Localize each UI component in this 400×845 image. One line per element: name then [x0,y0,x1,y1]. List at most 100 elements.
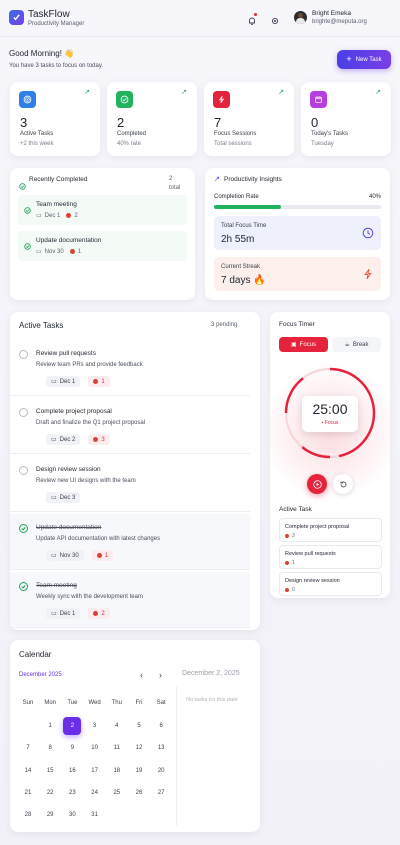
section-title: Calendar [19,650,52,659]
task-date: Dec 1 [59,378,76,385]
stat-card-today: ↗ 0 Today's Tasks Tuesday [301,82,391,156]
calendar-day[interactable]: 19 [128,768,150,774]
section-title: Focus Timer [279,321,315,328]
calendar-day[interactable]: 12 [128,745,150,751]
focus-task-pomodoros: 3 [292,533,295,539]
calendar-day[interactable]: 3 [84,723,106,729]
item-title: Update documentation [36,237,102,244]
bell-icon[interactable] [247,13,257,25]
calendar-day[interactable]: 29 [39,812,61,818]
tab-focus[interactable]: ▣ Focus [279,337,328,352]
bolt-icon [213,91,230,108]
completion-label: Completion Rate [214,194,259,200]
focus-task-item[interactable]: Design review session 0 [279,572,382,596]
trend-up-icon: ↗ [181,89,187,96]
task-description: Draft and finalize the Q1 project propos… [36,420,146,426]
task-date: Dec 1 [59,610,76,617]
tomato-icon [66,213,72,218]
greeting-subtitle: You have 3 tasks to focus on today. [9,63,104,69]
task-item[interactable]: Design review session Review new UI desi… [10,456,250,512]
calendar-day[interactable]: 4 [106,723,128,729]
calendar-day[interactable]: 16 [61,768,83,774]
section-title: Recently Completed [29,176,88,183]
list-item[interactable]: Team meeting ▭ Dec 1 2 [18,195,187,225]
next-month-button[interactable]: › [159,670,162,680]
calendar-day[interactable]: 5 [128,723,150,729]
calendar-day[interactable]: 1 [39,723,61,729]
task-item[interactable]: Team meeting Weekly sync with the develo… [10,572,250,628]
calendar-icon: ▭ [51,553,57,559]
checkbox[interactable] [19,466,28,475]
calendar-day[interactable]: 18 [106,768,128,774]
check-circle-icon[interactable] [19,524,28,533]
avatar[interactable] [294,11,307,24]
tomato-icon [96,553,102,558]
prev-month-button[interactable]: ‹ [140,670,143,680]
tab-break-label: Break [352,341,369,348]
play-button[interactable] [307,474,327,494]
calendar-day[interactable]: 10 [84,745,106,751]
checkbox[interactable] [19,350,28,359]
focus-task-pomodoros: 0 [292,587,295,593]
calendar-day[interactable]: 8 [39,745,61,751]
calendar-day[interactable]: 15 [39,768,61,774]
task-item[interactable]: Complete project proposal Draft and fina… [10,398,250,454]
calendar-day[interactable]: 28 [17,812,39,818]
stat-card-focus: ↗ 7 Focus Sessions Total sessions [204,82,294,156]
checkbox[interactable] [19,408,28,417]
calendar-day[interactable]: 27 [150,790,172,796]
calendar-day[interactable]: 7 [17,745,39,751]
calendar-day[interactable]: 17 [84,768,106,774]
calendar-day[interactable]: 21 [17,790,39,796]
calendar-day[interactable]: 14 [17,768,39,774]
calendar-icon: ▭ [51,437,57,443]
calendar-day[interactable]: 31 [84,812,106,818]
no-tasks-message: No tasks for this date [186,697,238,703]
stat-value: 2 [117,115,125,130]
completion-value: 40% [369,194,382,200]
calendar-day[interactable]: 9 [61,745,83,751]
task-pomodoros: 1 [104,552,109,559]
calendar-day-selected[interactable]: 2 [63,717,82,735]
briefcase-icon: ▣ [290,342,297,348]
stat-label: Focus Sessions [214,131,257,137]
coffee-icon: ☕ [344,342,350,348]
app-subtitle: Productivity Manager [28,21,85,27]
new-task-button[interactable]: + New Task [337,50,391,69]
reset-icon [340,480,346,487]
calendar-day[interactable]: 24 [84,790,106,796]
calendar-day[interactable]: 23 [61,790,83,796]
calendar-day[interactable]: 11 [106,745,128,751]
calendar-day[interactable]: 22 [39,790,61,796]
calendar-day[interactable]: 20 [150,768,172,774]
timer-time: 25:00 [312,401,348,417]
list-item[interactable]: Update documentation ▭ Nov 30 1 [18,231,187,261]
task-item[interactable]: Review pull requests Review team PRs and… [10,340,250,396]
focus-task-title: Complete project proposal [285,524,350,530]
calendar-day[interactable]: 25 [106,790,128,796]
tab-break[interactable]: ☕ Break [332,337,381,352]
task-date: Dec 3 [59,494,76,501]
greeting-title: Good Morning! 👋 [9,49,75,58]
calendar-day[interactable]: 13 [150,745,172,751]
calendar-day[interactable]: 26 [128,790,150,796]
user-email: brighte@meputa.org [312,19,367,25]
streak-value: 7 days 🔥 [221,275,266,286]
task-pomodoros: 1 [101,378,105,385]
stat-sub: 40% rate [117,141,142,147]
gear-icon[interactable] [270,13,280,25]
calendar-day[interactable]: 30 [61,812,83,818]
trend-up-icon: ↗ [278,89,284,96]
task-title: Team meeting [36,582,77,589]
focus-task-item[interactable]: Review pull requests 1 [279,545,382,569]
tomato-icon [285,534,289,538]
focus-task-item[interactable]: Complete project proposal 3 [279,518,382,542]
reset-button[interactable] [333,474,353,494]
task-item[interactable]: Update documentation Update API document… [10,514,250,570]
task-title: Complete project proposal [36,408,112,415]
task-description: Weekly sync with the development team [36,594,143,600]
calendar-day[interactable]: 6 [150,723,172,729]
check-circle-icon[interactable] [19,582,28,591]
play-icon [312,479,322,489]
tomato-icon [93,379,99,384]
